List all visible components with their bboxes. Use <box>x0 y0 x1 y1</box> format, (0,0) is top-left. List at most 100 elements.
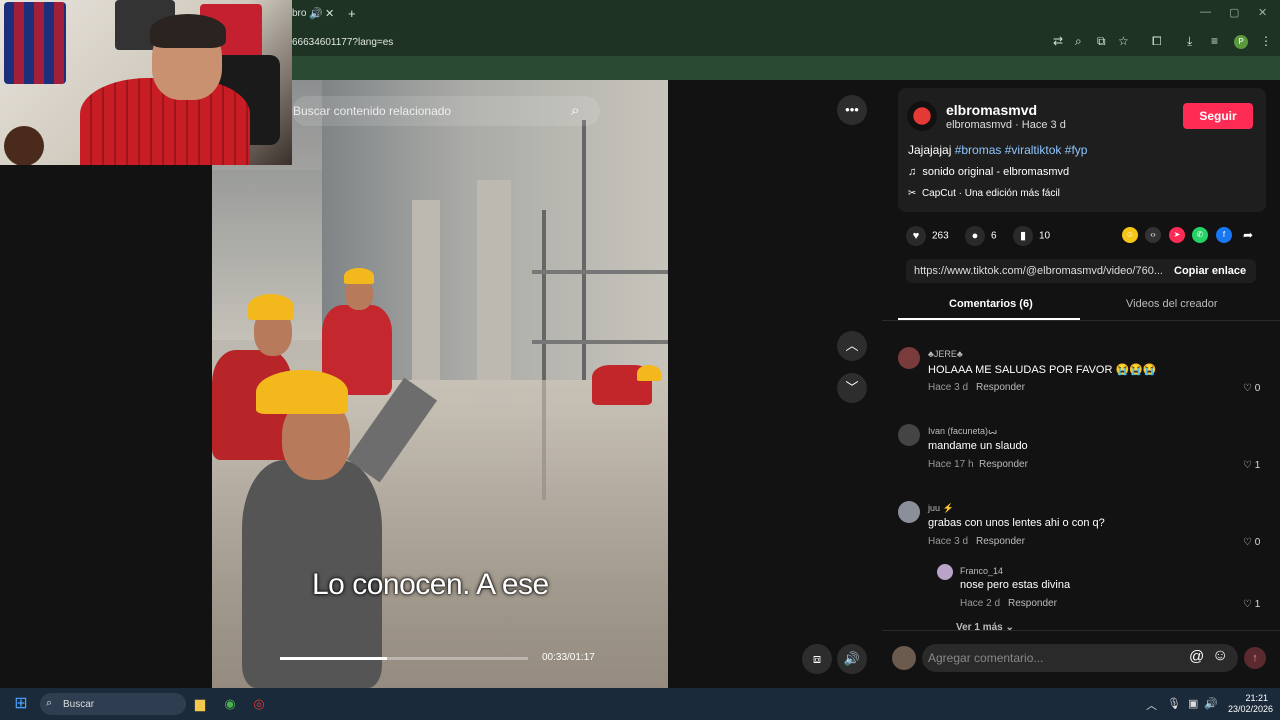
commenter-avatar[interactable] <box>898 501 920 523</box>
commenter-name[interactable]: ♣JERE♣ <box>928 349 963 359</box>
heart-outline-icon[interactable]: ♡ <box>1243 383 1252 394</box>
comment-stat[interactable]: ● 6 <box>965 226 997 246</box>
related-search-placeholder[interactable]: Buscar contenido relacionado <box>293 104 451 118</box>
mention-icon[interactable]: @ <box>1189 648 1204 665</box>
video-link-text[interactable]: https://www.tiktok.com/@elbromasmvd/vide… <box>914 265 1163 277</box>
chrome-icon[interactable]: ◉ <box>220 694 240 714</box>
comment-like[interactable]: ♡ 0 <box>1243 537 1260 548</box>
tab-divider <box>882 320 1280 321</box>
tiktok-share-icon[interactable]: ➤ <box>1169 227 1185 243</box>
taskbar-clock[interactable]: 21:21 23/02/2026 <box>1228 693 1273 715</box>
bookmark-star-icon[interactable]: ☆ <box>1118 34 1129 48</box>
author-username[interactable]: elbromasmvd <box>946 102 1037 118</box>
my-avatar <box>892 646 916 670</box>
save-stat[interactable]: ▮ 10 <box>1013 226 1050 246</box>
more-options-button[interactable]: ••• <box>837 95 867 125</box>
reply-link[interactable]: Responder <box>979 459 1028 470</box>
volume-button[interactable]: 🔊 <box>837 644 867 674</box>
hashtag-link[interactable]: #viraltiktok <box>1005 143 1062 157</box>
embed-icon[interactable]: ‹› <box>1145 227 1161 243</box>
close-tab-icon[interactable]: ✕ <box>325 7 334 20</box>
microphone-icon[interactable]: 🎙 <box>1167 697 1181 710</box>
facebook-icon[interactable]: f <box>1216 227 1232 243</box>
app-icon[interactable]: ◎ <box>249 694 269 714</box>
like-stat[interactable]: ♥ 263 <box>906 226 949 246</box>
tray-chevron-icon[interactable]: ︿ <box>1146 697 1157 713</box>
tab-active-indicator <box>898 318 1080 320</box>
taskbar-search[interactable] <box>40 693 186 715</box>
whatsapp-icon[interactable]: ✆ <box>1192 227 1208 243</box>
save-count: 10 <box>1039 230 1051 242</box>
zoom-icon[interactable]: ⌕ <box>1075 34 1082 49</box>
tab-comments[interactable]: Comentarios (6) <box>949 298 1033 310</box>
profile-avatar[interactable]: P <box>1234 35 1248 49</box>
tab-creator-videos[interactable]: Videos del creador <box>1126 298 1218 310</box>
comment-like[interactable]: ♡ 1 <box>1243 599 1260 610</box>
reply-link[interactable]: Responder <box>976 536 1025 547</box>
video-player[interactable]: Lo conocen. A ese 00:33/01:17 <box>212 80 668 688</box>
previous-video-button[interactable]: ︿ <box>837 331 867 361</box>
taskbar-search-label[interactable]: Buscar <box>63 699 94 710</box>
comment-time: Hace 3 d <box>928 536 969 547</box>
bookmark-icon[interactable]: ▮ <box>1013 226 1033 246</box>
reply-link[interactable]: Responder <box>1008 598 1057 609</box>
commenter-name[interactable]: juu ⚡ <box>928 503 954 514</box>
volume-tray-icon[interactable]: 🔊 <box>1204 697 1218 710</box>
heart-icon[interactable]: ♥ <box>906 226 926 246</box>
reply-link[interactable]: Responder <box>976 382 1025 393</box>
heart-outline-icon[interactable]: ♡ <box>1243 599 1252 610</box>
follow-button[interactable]: Seguir <box>1183 103 1253 129</box>
next-video-button[interactable]: ﹀ <box>837 373 867 403</box>
music-line[interactable]: ♫ sonido original - elbromasmvd <box>908 166 1069 178</box>
emoji-icon[interactable]: ☺ <box>1212 647 1228 665</box>
share-arrow-icon[interactable]: ➦ <box>1240 227 1256 243</box>
media-control-icon[interactable]: ≡ <box>1211 34 1218 48</box>
url-field[interactable]: 66634601177?lang=es <box>292 37 393 48</box>
yellow-helmet <box>248 294 294 320</box>
comment-input-placeholder[interactable]: Agregar comentario... <box>928 651 1043 665</box>
gift-share-icon[interactable]: ☺ <box>1122 227 1138 243</box>
capcut-line[interactable]: ✂ CapCut · Una edición más fácil <box>908 188 1060 199</box>
speaker-icon[interactable]: 🔊 <box>309 7 323 20</box>
windows-start-icon[interactable]: ⊞ <box>11 694 31 714</box>
search-icon[interactable]: ⌕ <box>571 102 579 119</box>
menu-icon[interactable]: ⋮ <box>1260 34 1272 48</box>
commenter-name[interactable]: Ivan (facuneta)ꙍ <box>928 426 997 437</box>
comment-bubble-icon[interactable]: ● <box>965 226 985 246</box>
commenter-avatar[interactable] <box>898 347 920 369</box>
tab-title[interactable]: bro <box>292 8 306 19</box>
author-subline: elbromasmvd · Hace 3 d <box>946 119 1066 131</box>
new-tab-icon[interactable]: + <box>348 6 356 21</box>
hashtag-link[interactable]: #fyp <box>1065 143 1088 157</box>
hashtag-link[interactable]: #bromas <box>955 143 1002 157</box>
download-icon[interactable]: ⤓ <box>1187 34 1192 49</box>
comment-time: Hace 17 h <box>928 459 974 470</box>
copy-link-button[interactable]: Copiar enlace <box>1174 265 1246 277</box>
capcut-text[interactable]: CapCut · Una edición más fácil <box>922 188 1060 199</box>
scaffold-bar <box>532 270 668 274</box>
install-icon[interactable]: ⧉ <box>1097 34 1106 49</box>
reply-avatar[interactable] <box>937 564 953 580</box>
comment-like[interactable]: ♡ 1 <box>1243 460 1260 471</box>
minimize-icon[interactable]: — <box>1200 6 1211 18</box>
author-avatar[interactable] <box>907 101 937 131</box>
post-description: Jajajajaj #bromas #viraltiktok #fyp <box>908 143 1087 157</box>
comment-text: nose pero estas divina <box>960 579 1071 591</box>
translate-icon[interactable]: ⇄ <box>1053 34 1063 48</box>
network-icon[interactable]: ▣ <box>1188 697 1198 710</box>
heart-outline-icon[interactable]: ♡ <box>1243 537 1252 548</box>
commenter-name[interactable]: Franco_14 <box>960 566 1003 576</box>
close-window-icon[interactable]: ✕ <box>1258 6 1267 19</box>
commenter-avatar[interactable] <box>898 424 920 446</box>
heart-outline-icon[interactable]: ♡ <box>1243 460 1252 471</box>
comment-like[interactable]: ♡ 0 <box>1243 383 1260 394</box>
comment-time: Hace 3 d <box>928 382 969 393</box>
comment-like-count: 1 <box>1254 599 1261 610</box>
concrete-pillar <box>477 180 511 410</box>
file-explorer-icon[interactable]: ▆ <box>190 694 210 714</box>
pip-button[interactable]: ⧈ <box>802 644 832 674</box>
maximize-icon[interactable]: ▢ <box>1229 6 1239 19</box>
music-title[interactable]: sonido original - elbromasmvd <box>922 166 1069 178</box>
extensions-icon[interactable]: ⧠ <box>1152 34 1162 49</box>
send-button[interactable]: ↑ <box>1244 647 1266 669</box>
